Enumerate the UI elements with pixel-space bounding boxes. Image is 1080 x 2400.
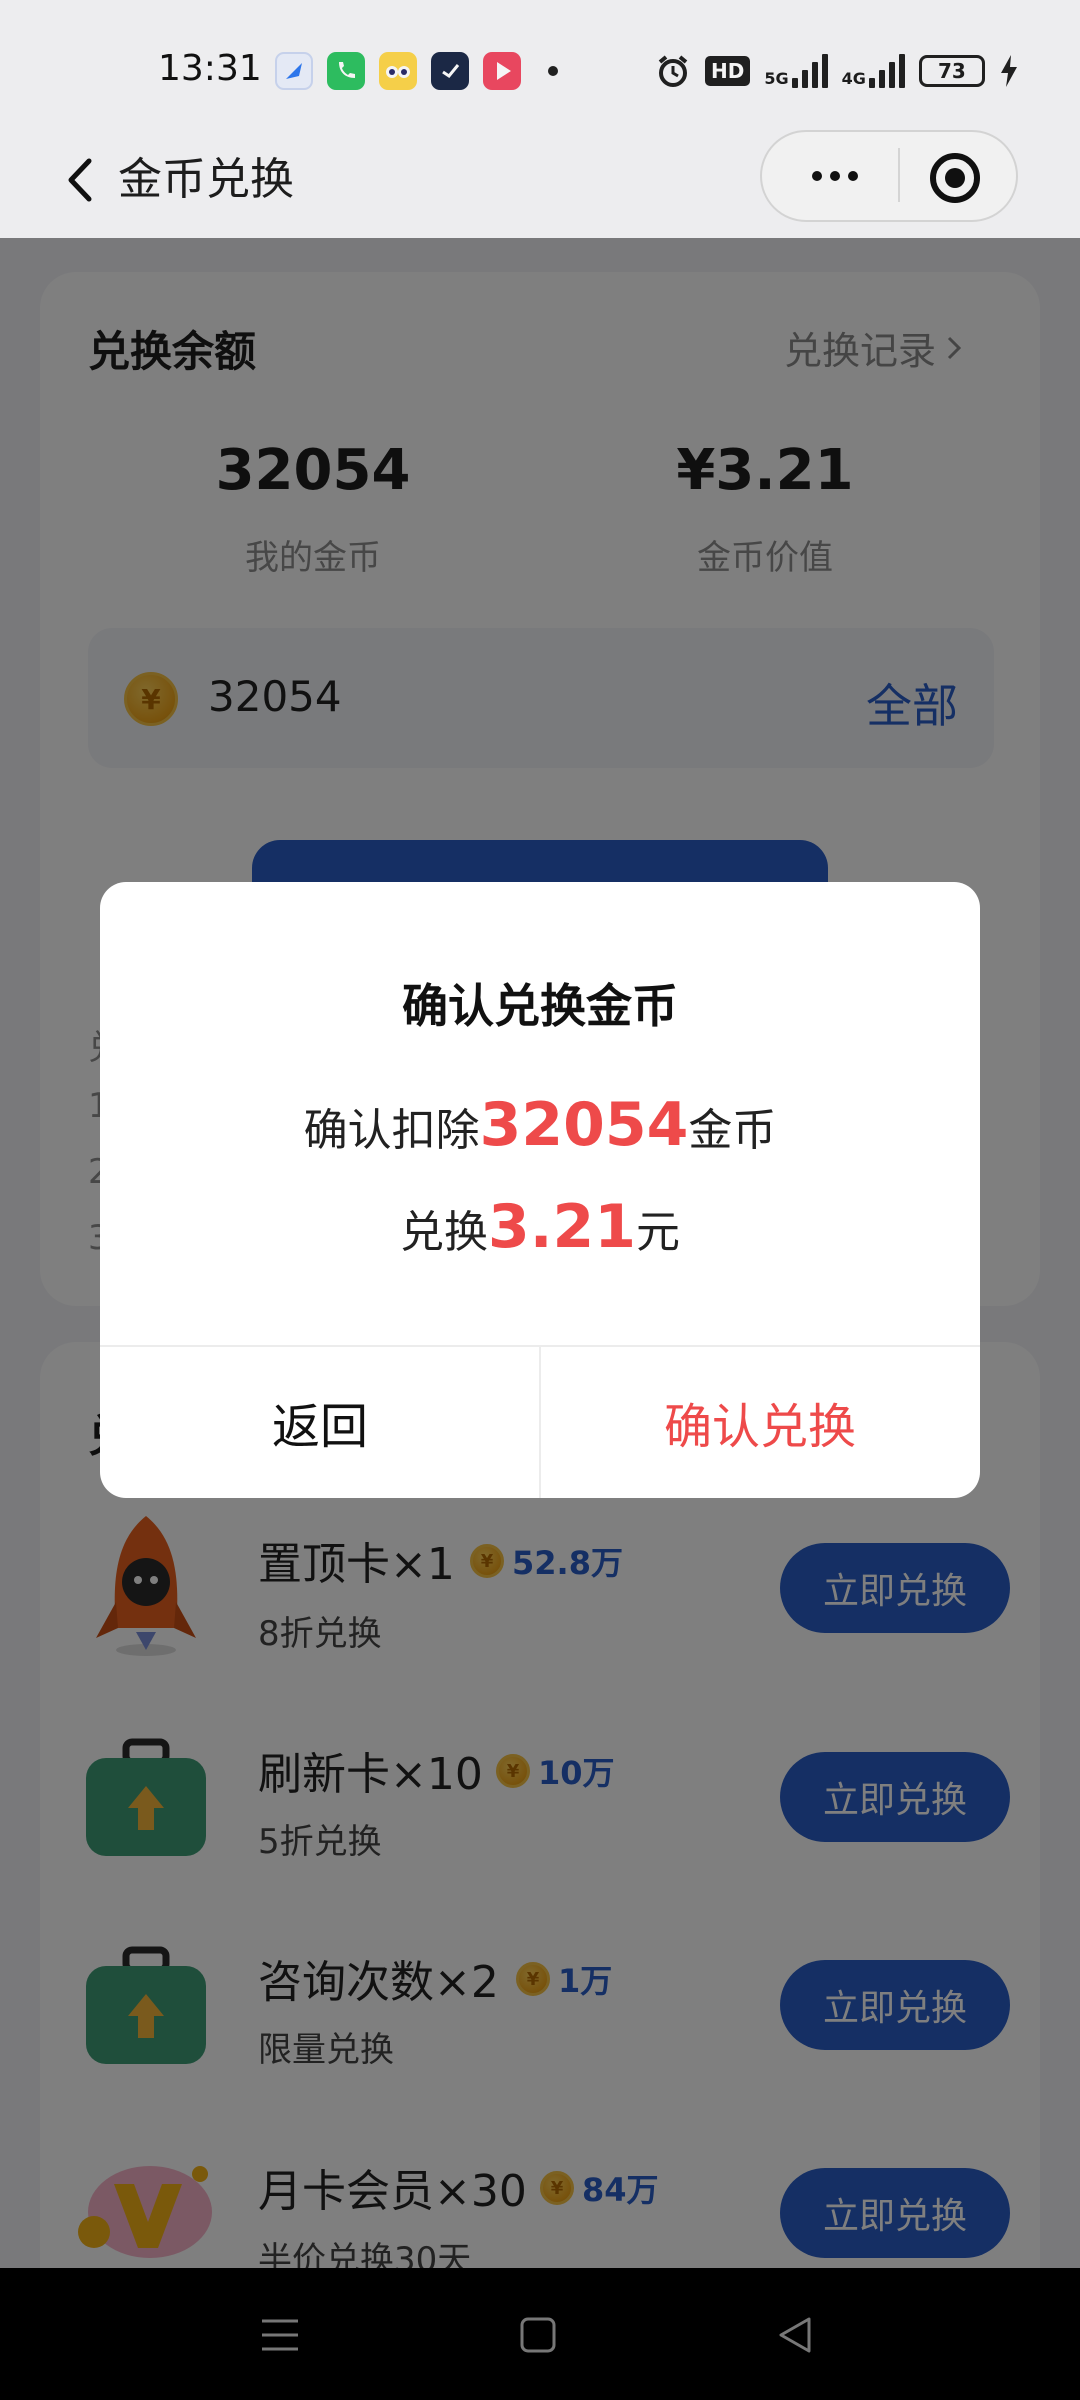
- home-icon[interactable]: [503, 2300, 573, 2370]
- back-nav-icon[interactable]: [760, 2300, 830, 2370]
- deduct-prefix: 确认扣除: [303, 1105, 480, 1156]
- receive-suffix: 元: [636, 1207, 681, 1258]
- dialog-title: 确认兑换金币: [402, 979, 678, 1033]
- deduct-amount: 32054: [479, 1090, 689, 1160]
- dialog-line-deduct: 确认扣除32054金币: [0, 1090, 1080, 1160]
- receive-prefix: 兑换: [399, 1207, 488, 1258]
- menu-icon[interactable]: [245, 2300, 315, 2370]
- header-dim: [0, 0, 1080, 238]
- back-button[interactable]: 返回: [100, 1346, 540, 1498]
- deduct-suffix: 金币: [688, 1105, 777, 1156]
- receive-amount: 3.21: [487, 1192, 637, 1262]
- dialog-line-receive: 兑换3.21元: [0, 1192, 1080, 1262]
- confirm-exchange-button[interactable]: 确认兑换: [540, 1346, 980, 1498]
